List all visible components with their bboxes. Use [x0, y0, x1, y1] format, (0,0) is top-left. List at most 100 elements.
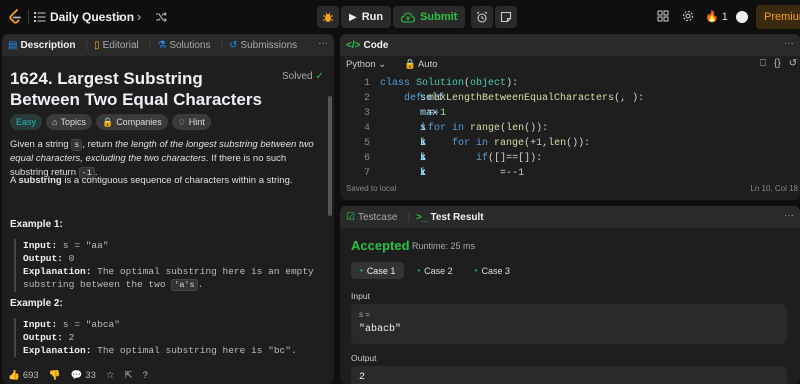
code-text: for k in range(i +1,len(s)):: [380, 136, 590, 151]
code-header: </> Code ···: [340, 34, 800, 56]
premium-button[interactable]: Premium: [756, 5, 800, 29]
code-token: in: [476, 138, 495, 149]
bold-text: substring: [18, 175, 62, 186]
top-bar: Daily Question ‹ › ▶ Run Submit 🔥 1 Prem…: [0, 0, 800, 34]
flask-icon: ⚗: [157, 39, 167, 51]
companies-label: Companies: [116, 117, 162, 127]
more-options-icon[interactable]: ···: [784, 210, 794, 221]
share-button[interactable]: ⇱: [125, 370, 133, 381]
question-icon: ?: [142, 369, 148, 381]
book-icon: ▯: [94, 39, 100, 51]
braces-icon[interactable]: {}: [774, 58, 781, 69]
code-line[interactable]: 3 max =-1: [340, 106, 800, 121]
code-line[interactable]: 4 for i in range(len(s)):: [340, 121, 800, 136]
tab-test-result[interactable]: >_ Test Result: [416, 212, 484, 223]
difficulty-badge: Easy: [10, 114, 43, 130]
line-number: 7: [363, 168, 370, 179]
play-icon: ▶: [349, 11, 357, 23]
explanation-text: .: [197, 279, 204, 290]
example-input: Input: s = "abca": [23, 318, 297, 331]
input-key: s =: [359, 310, 370, 319]
tab-solutions[interactable]: ⚗ Solutions: [157, 40, 210, 51]
avatar[interactable]: [736, 11, 748, 23]
submit-button[interactable]: Submit: [393, 6, 466, 28]
tab-submissions[interactable]: ↺ Submissions: [229, 40, 297, 51]
layout-grid-icon[interactable]: [657, 10, 669, 22]
code-line[interactable]: 7 x = k - i -1: [340, 166, 800, 181]
case-tab-2[interactable]: • Case 2: [408, 262, 461, 279]
leetcode-logo-icon[interactable]: [8, 9, 22, 25]
code-brackets-icon: </>: [346, 39, 361, 51]
case-label: Case 1: [366, 265, 396, 276]
page-title[interactable]: Daily Question: [50, 10, 134, 24]
tab-code[interactable]: </> Code: [346, 40, 388, 51]
code-token: class: [380, 78, 417, 89]
tab-editorial[interactable]: ▯ Editorial: [94, 40, 139, 51]
tab-divider: |: [220, 39, 224, 51]
tab-label: Solutions: [169, 39, 211, 51]
comments-button[interactable]: 💬 33: [71, 370, 96, 381]
case-tab-3[interactable]: • Case 3: [466, 262, 519, 279]
streak-count: 1: [721, 11, 728, 23]
pass-dot-icon: •: [417, 266, 421, 275]
companies-chip[interactable]: 🔒 Companies: [95, 114, 168, 130]
code-token: Solution: [416, 78, 465, 89]
code-token: 1: [518, 168, 525, 179]
code-line[interactable]: 5 for k in range(i +1,len(s)):: [340, 136, 800, 151]
code-token: max: [420, 108, 439, 119]
case-tab-1[interactable]: • Case 1: [351, 262, 405, 279]
code-token: in: [452, 123, 471, 134]
auto-mode-toggle[interactable]: 🔒 Auto: [404, 59, 438, 70]
explanation-text: The optimal substring here is an empty: [91, 266, 314, 277]
language-label: Python: [346, 59, 376, 70]
problem-list-icon[interactable]: [34, 11, 46, 23]
code-token: )): [572, 138, 585, 149]
mode-label: Auto: [417, 59, 438, 70]
favorite-button[interactable]: ☆: [106, 370, 115, 381]
example-output: Output: 2: [23, 331, 297, 344]
case-label: Case 3: [481, 265, 511, 276]
tab-testcase[interactable]: ☑ Testcase: [346, 212, 397, 223]
tab-description[interactable]: ▤ Description: [8, 40, 75, 51]
code-token: 1: [440, 108, 447, 119]
problem-tags: Easy ⌂ Topics 🔒 Companies ♢ Hint: [10, 114, 211, 130]
runtime: Runtime: 25 ms: [412, 241, 476, 251]
tab-divider: |: [407, 211, 411, 223]
editor-toolbar: ⎕ {} ↺: [760, 58, 797, 69]
chevron-left-icon[interactable]: ‹: [117, 9, 121, 24]
case-label: Case 2: [424, 265, 453, 276]
code-line[interactable]: 6 if(s[i]== s[k]):: [340, 151, 800, 166]
like-button[interactable]: 👍 693: [8, 370, 39, 381]
bookmark-icon[interactable]: ⎕: [760, 58, 766, 69]
gear-icon[interactable]: [682, 10, 694, 22]
code-line[interactable]: 1 class Solution(object):: [340, 76, 800, 91]
more-options-icon[interactable]: ···: [784, 38, 794, 49]
language-selector[interactable]: Python ⌄: [346, 59, 386, 70]
code-line[interactable]: 2 def maxLengthBetweenEqualCharacters(se…: [340, 91, 800, 106]
more-options-icon[interactable]: ···: [318, 38, 328, 49]
run-button[interactable]: ▶ Run: [341, 6, 392, 28]
code-text: class Solution(object):: [380, 76, 518, 91]
inline-code: 'a's: [171, 279, 198, 291]
hint-chip[interactable]: ♢ Hint: [171, 114, 211, 130]
chevron-right-icon[interactable]: ›: [137, 9, 141, 24]
dislike-button[interactable]: 👎: [49, 370, 61, 381]
topics-chip[interactable]: ⌂ Topics: [46, 114, 92, 130]
explanation-label: Explanation:: [23, 345, 92, 356]
reset-icon[interactable]: ↺: [789, 58, 797, 69]
pass-dot-icon: •: [474, 266, 478, 275]
document-icon: ▤: [8, 39, 18, 51]
streak-counter[interactable]: 🔥 1: [705, 10, 728, 23]
scrollbar[interactable]: [328, 96, 332, 216]
help-button[interactable]: ?: [142, 370, 147, 381]
share-icon: ⇱: [124, 369, 133, 381]
code-editor[interactable]: 1 class Solution(object): 2 def maxLengthB…: [340, 76, 800, 181]
shuffle-icon[interactable]: [155, 11, 167, 23]
explanation-text: The optimal substring here is "bc".: [91, 345, 297, 356]
timer-button[interactable]: [471, 6, 494, 28]
debug-button[interactable]: [317, 6, 339, 28]
example-output: Output: 0: [23, 252, 314, 265]
code-token: maxLengthBetweenEqualCharacters: [428, 93, 615, 104]
line-number: 2: [363, 93, 370, 104]
notes-button[interactable]: [495, 6, 518, 28]
